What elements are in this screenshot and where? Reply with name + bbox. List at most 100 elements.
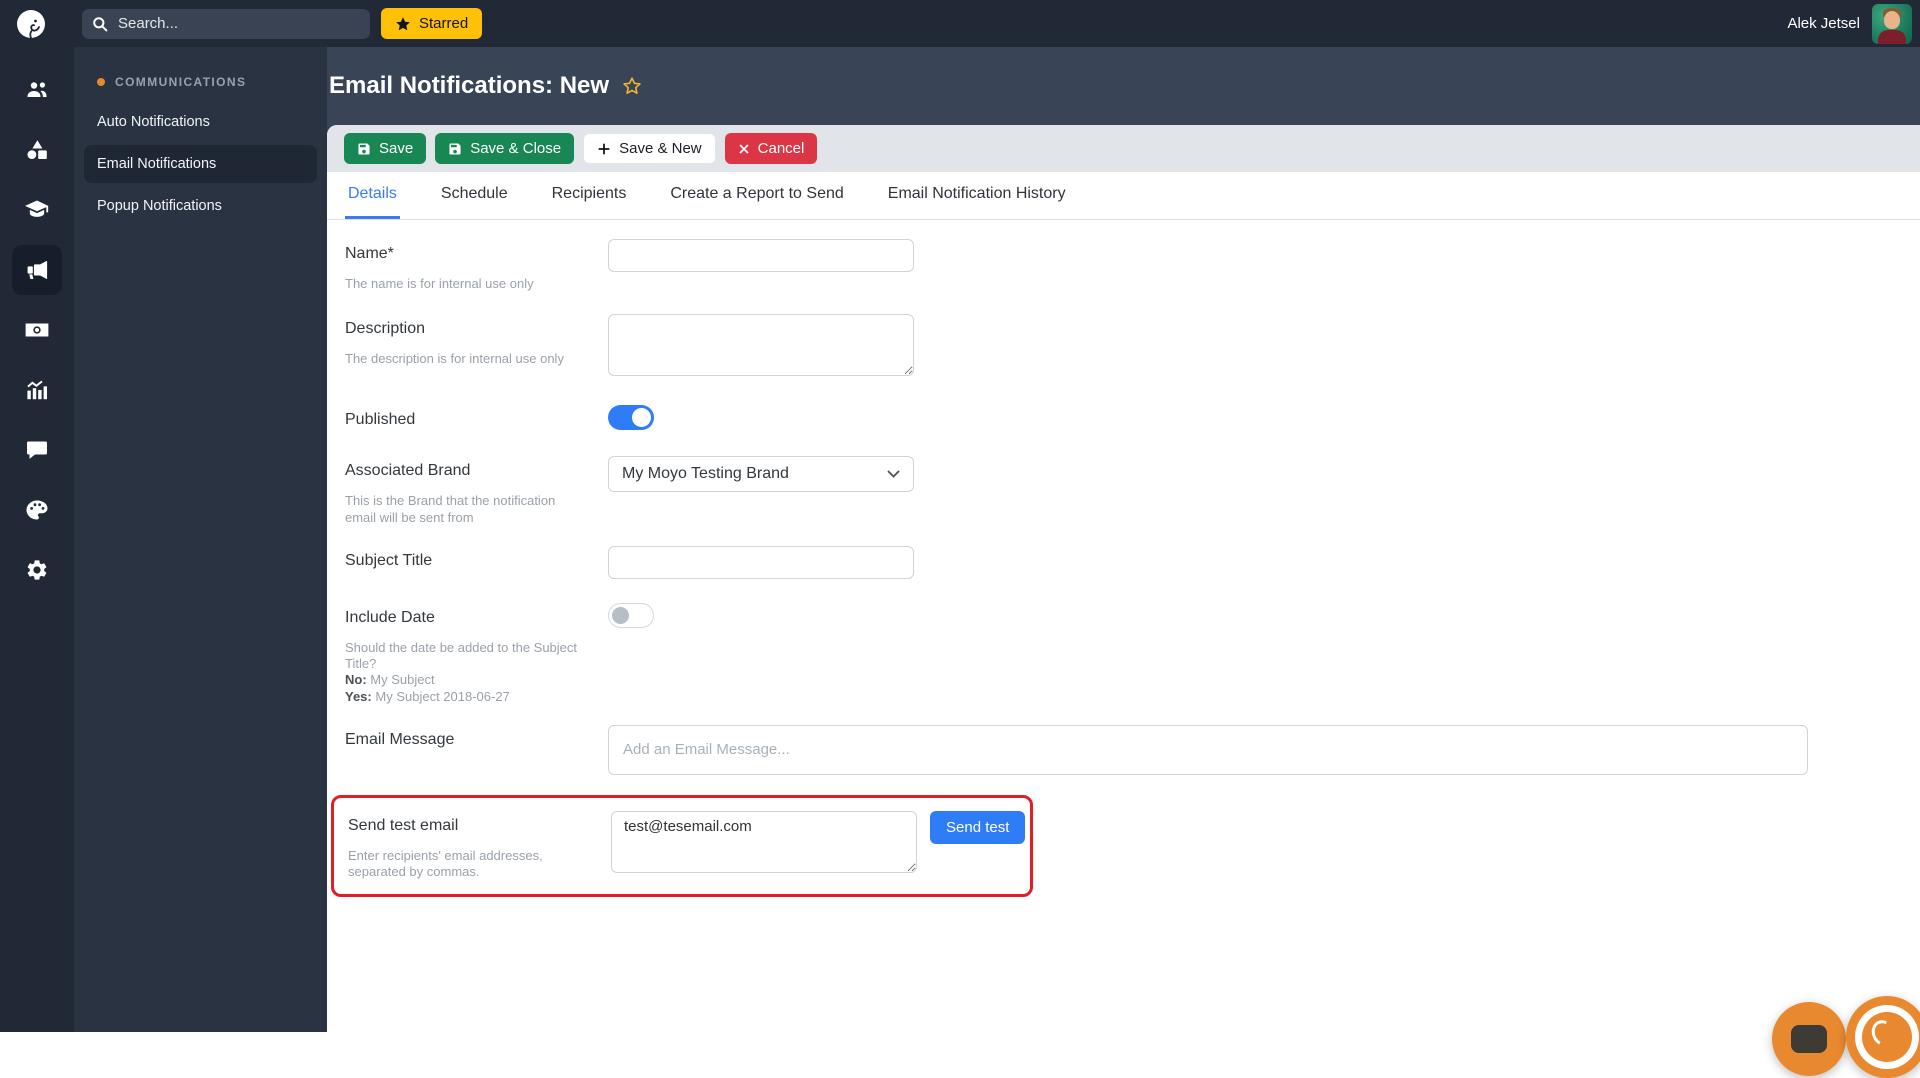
name-label: Name* [345,245,608,263]
action-toolbar: Save Save & Close Save & New Cancel [327,125,1920,172]
include-date-row: Include Date Should the date be added to… [345,603,1920,705]
title-row: Email Notifications: New [327,47,1920,125]
rail-item-shapes[interactable] [12,125,62,175]
megaphone-icon [25,258,49,282]
tab-recipients[interactable]: Recipients [549,172,630,219]
content-panel: Save Save & Close Save & New Cancel [327,125,1920,1032]
tab-history[interactable]: Email Notification History [885,172,1069,219]
associated-brand-select[interactable]: My Moyo Testing Brand [608,456,914,492]
email-message-label-cell: Email Message [345,725,608,749]
email-message-row: Email Message [345,725,1920,775]
include-date-label-cell: Include Date Should the date be added to… [345,603,608,705]
tab-details[interactable]: Details [345,172,400,219]
toggle-knob [632,408,651,427]
save-label: Save [379,140,413,157]
example-no-text: My Subject [370,672,434,687]
tab-bar: Details Schedule Recipients Create a Rep… [327,172,1920,220]
send-test-label-cell: Send test email Enter recipients' email … [348,811,611,881]
subject-title-label: Subject Title [345,552,608,570]
floppy-icon [448,142,462,156]
rail-item-settings[interactable] [12,545,62,595]
mascot-curve [1868,1017,1898,1049]
chevron-down-icon [887,470,900,479]
description-row: Description The description is for inter… [345,314,1920,381]
save-and-close-button[interactable]: Save & Close [435,133,574,164]
section-label: COMMUNICATIONS [115,75,246,89]
shapes-icon [25,138,49,162]
description-label-cell: Description The description is for inter… [345,314,608,367]
x-icon [738,143,750,155]
tab-create-report[interactable]: Create a Report to Send [667,172,846,219]
name-label-cell: Name* The name is for internal use only [345,239,608,292]
name-input[interactable] [608,239,914,272]
send-test-help: Enter recipients' email addresses, separ… [348,848,586,881]
toggle-knob [612,607,629,624]
description-input[interactable] [608,314,914,376]
subject-title-row: Subject Title [345,546,1920,579]
sidebar-item-auto-notifications[interactable]: Auto Notifications [84,103,317,141]
rail-item-branding[interactable] [12,485,62,535]
published-label-cell: Published [345,405,608,429]
save-and-new-button[interactable]: Save & New [583,133,716,164]
cancel-label: Cancel [758,140,805,157]
send-test-input[interactable]: test@tesemail.com [611,811,917,873]
mascot-icon [1862,1012,1912,1062]
starred-button[interactable]: Starred [381,8,482,39]
star-filled-icon [395,16,411,32]
rail-item-billing[interactable] [12,305,62,355]
search-box[interactable] [82,9,370,39]
tab-schedule[interactable]: Schedule [438,172,511,219]
main-area: Email Notifications: New Save Save & Clo… [327,47,1920,1032]
subject-label-cell: Subject Title [345,546,608,570]
sidebar: COMMUNICATIONS Auto Notifications Email … [74,47,327,1032]
example-yes-text: My Subject 2018-06-27 [375,689,509,704]
save-button[interactable]: Save [344,133,426,164]
rail-item-messages[interactable] [12,425,62,475]
avatar-face [1884,11,1900,29]
published-toggle[interactable] [608,405,654,430]
rail-item-users[interactable] [12,65,62,115]
app-logo[interactable] [0,7,62,41]
star-outline-icon[interactable] [622,76,642,96]
save-and-close-label: Save & Close [470,140,561,157]
section-dot-icon [97,78,105,86]
name-help: The name is for internal use only [345,276,583,292]
graduation-cap-icon [24,197,50,223]
highlight-box: Send test email Enter recipients' email … [331,795,1033,898]
description-label: Description [345,320,608,338]
include-date-help: Should the date be added to the Subject … [345,640,583,705]
description-help: The description is for internal use only [345,351,583,367]
published-row: Published [345,405,1920,430]
email-message-label: Email Message [345,731,608,749]
send-test-row: Send test email Enter recipients' email … [348,811,1030,881]
rail-item-analytics[interactable] [12,365,62,415]
page-title: Email Notifications: New [329,72,609,100]
topbar: Starred Alek Jetsel [0,0,1920,47]
subject-title-input[interactable] [608,546,914,579]
search-input[interactable] [116,14,346,33]
include-date-label: Include Date [345,609,608,627]
avatar-shoulders [1878,30,1906,44]
rail-item-communications[interactable] [12,245,62,295]
send-test-button[interactable]: Send test [930,811,1025,844]
chat-fab-button[interactable] [1772,1002,1846,1076]
floppy-icon [357,142,371,156]
gear-icon [25,558,49,582]
money-icon [24,317,50,343]
email-message-input[interactable] [608,725,1808,775]
include-date-toggle[interactable] [608,603,654,628]
example-yes-label: Yes: [345,689,372,704]
sidebar-item-email-notifications[interactable]: Email Notifications [84,145,317,183]
starred-label: Starred [419,15,468,32]
save-and-new-label: Save & New [619,140,702,157]
name-row: Name* The name is for internal use only [345,239,1920,292]
rail-item-learning[interactable] [12,185,62,235]
mascot-fab-button[interactable] [1846,996,1920,1078]
plus-icon [597,142,611,156]
chat-bubble-icon [1791,1025,1827,1053]
sidebar-item-popup-notifications[interactable]: Popup Notifications [84,187,317,225]
cancel-button[interactable]: Cancel [725,133,818,164]
associated-brand-label: Associated Brand [345,462,608,480]
chat-icon [25,438,49,462]
user-avatar[interactable] [1872,4,1912,44]
